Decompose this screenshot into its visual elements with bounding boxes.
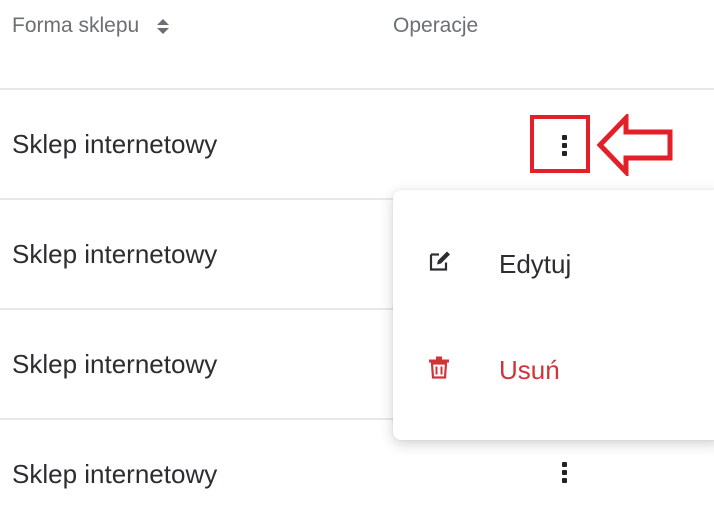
edit-menu-label: Edytuj bbox=[499, 248, 572, 279]
cell-form: Sklep internetowy bbox=[12, 349, 218, 379]
highlight-box bbox=[530, 115, 590, 173]
cell-form: Sklep internetowy bbox=[12, 239, 218, 269]
delete-menu-item[interactable]: Usuń bbox=[393, 340, 714, 400]
kebab-menu-icon[interactable] bbox=[558, 462, 570, 483]
row-actions-menu bbox=[393, 190, 714, 440]
cell-form: Sklep internetowy bbox=[12, 129, 218, 159]
cell-form: Sklep internetowy bbox=[12, 459, 218, 489]
sort-icon[interactable] bbox=[157, 18, 170, 34]
column-header-operations: Operacje bbox=[393, 14, 479, 37]
edit-menu-item[interactable]: Edytuj bbox=[393, 234, 714, 294]
trash-icon bbox=[428, 356, 450, 385]
delete-menu-label: Usuń bbox=[499, 354, 560, 385]
column-header-form-label: Forma sklepu bbox=[12, 14, 140, 37]
column-header-form[interactable]: Forma sklepu bbox=[12, 14, 170, 38]
edit-icon bbox=[428, 251, 452, 278]
arrow-left-icon bbox=[596, 114, 673, 176]
table-header: Forma sklepu Operacje bbox=[0, 0, 714, 90]
